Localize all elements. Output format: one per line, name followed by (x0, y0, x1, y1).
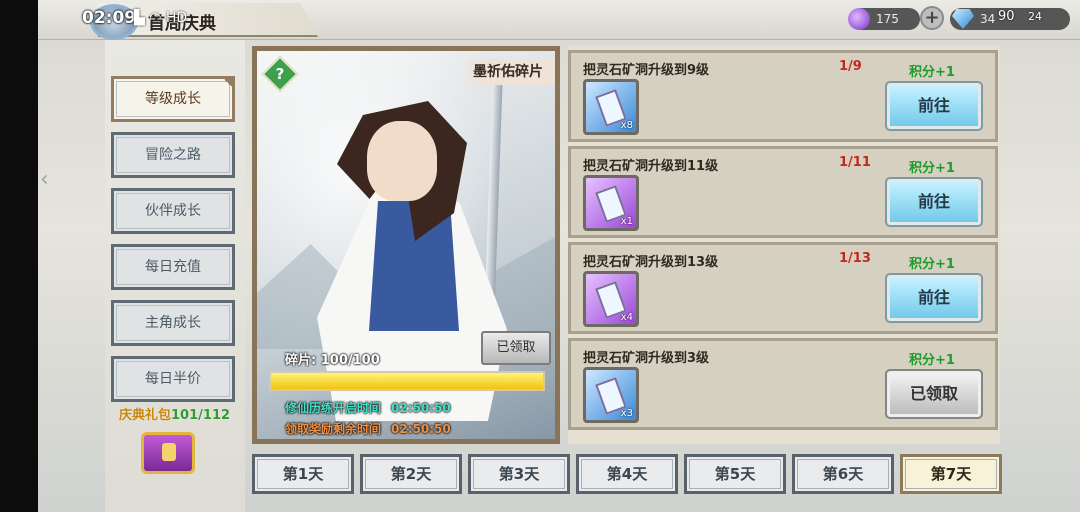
tab-label: 每日半价 (145, 371, 201, 387)
help-icon-glyph: ? (275, 65, 285, 83)
day-tab-7[interactable]: 第7天 (900, 454, 1002, 494)
talisman-item-icon[interactable]: x8 (583, 79, 639, 135)
task-title: 把灵石矿洞升级到3级 (583, 351, 710, 366)
gift-pack-count: 101/112 (171, 408, 231, 423)
go-button[interactable]: 前往 (885, 273, 983, 323)
diamond-icon (952, 9, 974, 29)
purple-gem-icon (848, 8, 870, 30)
currency-purple-value: 175 (876, 12, 899, 26)
gift-chest-icon[interactable] (141, 432, 195, 474)
tab-label: 等级成长 (145, 91, 201, 107)
tab-partner-growth[interactable]: 伙伴成长 (111, 188, 235, 234)
status-overlay-text: 90 (998, 9, 1015, 24)
left-system-strip (0, 0, 38, 512)
header-bar: 首周庆典 02:09 ▙ ◠ HD 175 + 34 90 24 (38, 0, 1080, 40)
expand-arrow-icon[interactable]: ‹ (40, 166, 54, 194)
scroll-item-icon[interactable]: x4 (583, 271, 639, 327)
talisman-item-icon[interactable]: x3 (583, 367, 639, 423)
task-title: 把灵石矿洞升级到11级 (583, 159, 719, 174)
timer2-label: 领取奖励剩余时间 (285, 422, 382, 436)
task-row: 把灵石矿洞升级到3级 积分+1 x3 已领取 (568, 338, 998, 430)
task-score: 积分+1 (909, 257, 955, 272)
item-qty: x8 (620, 120, 633, 131)
task-progress: 1/9 (839, 59, 862, 74)
task-score: 积分+1 (909, 65, 955, 80)
category-tabs: 等级成长 冒险之路 伙伴成长 每日充值 主角成长 每日半价 庆典礼包101/11… (105, 40, 245, 512)
item-qty: x3 (620, 408, 633, 419)
reward-remaining-timer: 领取奖励剩余时间 02:50:50 (285, 420, 451, 437)
card-name: 墨祈佑碎片 (461, 59, 555, 85)
item-qty: x4 (620, 312, 633, 323)
currency-diamond-value: 34 (980, 12, 996, 26)
day-tab-5[interactable]: 第5天 (684, 454, 786, 494)
item-qty: x1 (620, 216, 633, 227)
tab-adventure-road[interactable]: 冒险之路 (111, 132, 235, 178)
reward-card: ? 墨祈佑碎片 已领取 碎片: 100/100 修仙历练开启时间 02:50:50… (252, 46, 560, 444)
day-tab-1[interactable]: 第1天 (252, 454, 354, 494)
fragment-progress-fill (271, 373, 543, 389)
tab-daily-half-price[interactable]: 每日半价 (111, 356, 235, 402)
training-start-timer: 修仙历练开启时间 02:50:50 (285, 399, 451, 416)
tab-label: 伙伴成长 (145, 203, 201, 219)
fragment-count: 碎片: 100/100 (285, 353, 380, 368)
tab-label: 主角成长 (145, 315, 201, 331)
timer1-label: 修仙历练开启时间 (285, 401, 382, 415)
card-claimed-button[interactable]: 已领取 (481, 331, 551, 365)
task-list: 把灵石矿洞升级到9级 1/9 积分+1 x8 前往 把灵石矿洞升级到11级 1/… (568, 46, 1000, 444)
currency-purple: 175 (848, 8, 920, 30)
tab-daily-recharge[interactable]: 每日充值 (111, 244, 235, 290)
task-row: 把灵石矿洞升级到11级 1/11 积分+1 x1 前往 (568, 146, 998, 238)
add-currency-button[interactable]: + (920, 6, 944, 30)
badge-count: 24 (1028, 10, 1042, 23)
fragment-progress-bar (269, 371, 545, 391)
claimed-button[interactable]: 已领取 (885, 369, 983, 419)
task-title: 把灵石矿洞升级到9级 (583, 63, 710, 78)
day-tab-6[interactable]: 第6天 (792, 454, 894, 494)
go-button[interactable]: 前往 (885, 81, 983, 131)
day-tab-4[interactable]: 第4天 (576, 454, 678, 494)
timer2-value: 02:50:50 (391, 422, 451, 436)
timer1-value: 02:50:50 (391, 401, 451, 415)
day-tab-3[interactable]: 第3天 (468, 454, 570, 494)
day-tabs: 第1天 第2天 第3天 第4天 第5天 第6天 第7天 (250, 454, 1010, 496)
tab-hero-growth[interactable]: 主角成长 (111, 300, 235, 346)
scroll-item-icon[interactable]: x1 (583, 175, 639, 231)
go-button[interactable]: 前往 (885, 177, 983, 227)
gift-pack-name: 庆典礼包 (119, 408, 172, 423)
task-row: 把灵石矿洞升级到9级 1/9 积分+1 x8 前往 (568, 50, 998, 142)
hero-head-art (367, 121, 437, 201)
tab-label: 每日充值 (145, 259, 201, 275)
task-score: 积分+1 (909, 353, 955, 368)
task-progress: 1/11 (839, 155, 871, 170)
day-tab-2[interactable]: 第2天 (360, 454, 462, 494)
status-icons: ▙ ◠ HD (134, 10, 188, 26)
task-title: 把灵石矿洞升级到13级 (583, 255, 719, 270)
status-time: 02:09 (82, 8, 137, 28)
gift-pack-label: 庆典礼包101/112 (119, 404, 230, 423)
task-score: 积分+1 (909, 161, 955, 176)
tab-level-growth[interactable]: 等级成长 (111, 76, 235, 122)
task-progress: 1/13 (839, 251, 871, 266)
task-row: 把灵石矿洞升级到13级 1/13 积分+1 x4 前往 (568, 242, 998, 334)
tab-label: 冒险之路 (145, 147, 201, 163)
